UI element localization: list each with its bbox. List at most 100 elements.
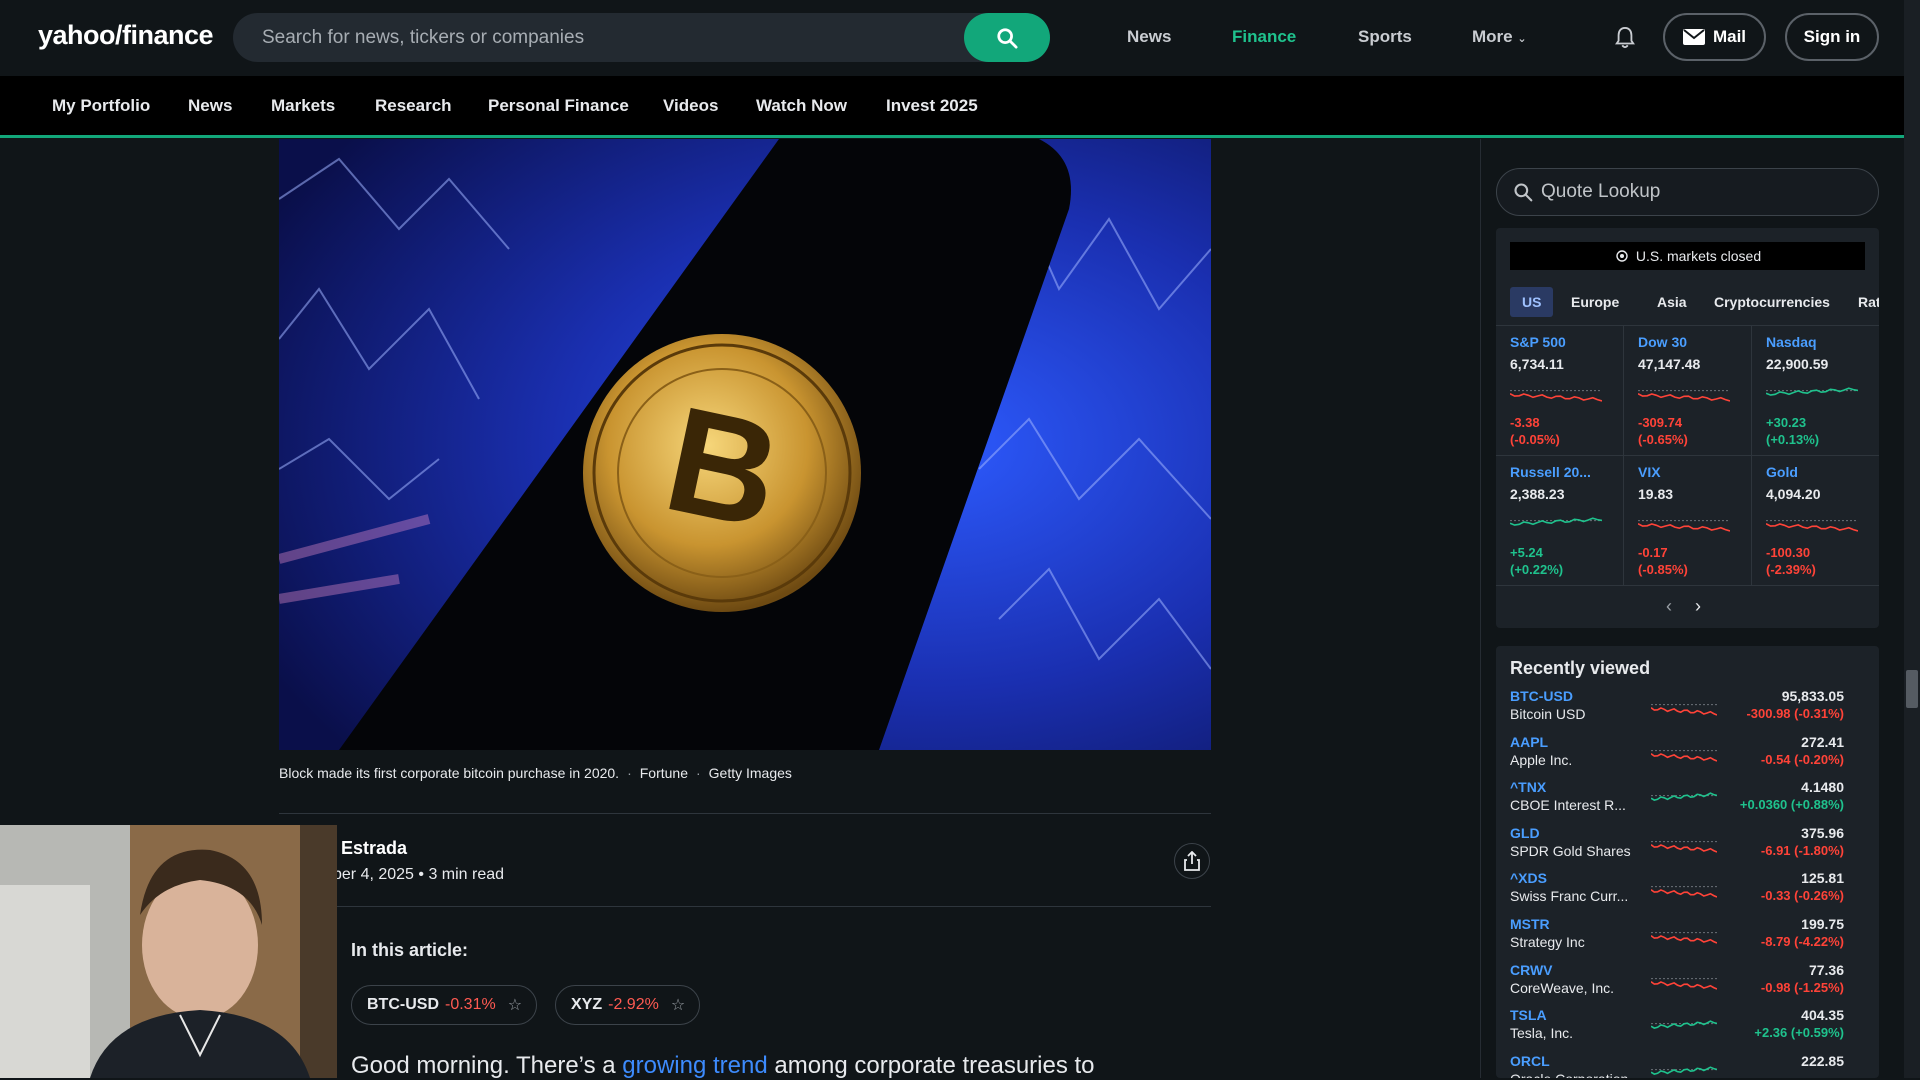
recently-viewed-row[interactable]: CRWV CoreWeave, Inc. 77.36 -0.98 (-1.25%) [1496,962,1879,1007]
author-name[interactable]: Estrada [341,838,407,859]
subnav-videos[interactable]: Videos [663,96,718,116]
recently-viewed-row[interactable]: GLD SPDR Gold Shares 375.96 -6.91 (-1.80%) [1496,825,1879,870]
topnav-more[interactable]: More ⌄ [1472,27,1527,47]
sparkline-chart [1638,390,1730,402]
sparkline-chart [1651,704,1717,716]
row-symbol[interactable]: ^TNX [1510,779,1546,795]
broadcast-icon [1616,250,1628,262]
sparkline-chart [1766,387,1858,396]
index-name[interactable]: S&P 500 [1510,334,1566,350]
star-icon[interactable]: ☆ [508,995,522,1015]
subnav-news[interactable]: News [188,96,232,116]
index-change-percent: (-0.65%) [1638,432,1688,447]
body-text-end: among corporate treasuries to [767,1052,1095,1079]
row-change: +0.0360 (+0.88%) [1739,797,1844,813]
index-change: -309.74 (-0.65%) [1638,414,1688,448]
ticker-pill-xyz[interactable]: XYZ -2.92% ☆ [555,985,701,1025]
page-scrollbar[interactable] [1904,0,1920,1078]
share-button[interactable] [1174,843,1210,879]
index-tile[interactable]: Gold 4,094.20 -100.30 (-2.39%) [1752,456,1879,586]
logo-text: yahoo/finance [38,20,214,50]
prev-arrow-icon[interactable]: ‹ [1666,596,1672,617]
index-tile[interactable]: Russell 20... 2,388.23 +5.24 (+0.22%) [1496,456,1623,586]
recently-viewed-row[interactable]: BTC-USD Bitcoin USD 95,833.05 -300.98 (-0.3… [1496,688,1879,733]
subnav-personal-finance[interactable]: Personal Finance [488,96,629,116]
row-change: -8.79 (-4.22%) [1760,934,1844,949]
market-status: U.S. markets closed [1510,242,1865,270]
row-price: 199.75 [1801,916,1844,932]
index-tile[interactable]: Nasdaq 22,900.59 +30.23 (+0.13%) [1752,326,1879,456]
growing-trend-link[interactable]: growing trend [622,1052,767,1079]
search-button[interactable] [964,13,1050,62]
next-arrow-icon[interactable]: › [1695,596,1701,617]
tab-rates[interactable]: Rate [1846,287,1879,317]
quote-lookup-input[interactable] [1541,181,1861,203]
recently-viewed-row[interactable]: AAPL Apple Inc. 272.41 -0.54 (-0.20%) [1496,734,1879,779]
row-company-name: Bitcoin USD [1510,706,1586,722]
star-icon[interactable]: ☆ [671,995,685,1015]
secondary-nav: My Portfolio News Markets Research Perso… [0,76,1904,138]
sparkline-chart [1651,749,1717,762]
row-symbol[interactable]: MSTR [1510,916,1550,932]
index-price: 2,388.23 [1510,486,1565,502]
mail-button[interactable]: Mail [1663,13,1766,61]
row-symbol[interactable]: ORCL [1510,1053,1550,1069]
tab-europe[interactable]: Europe [1559,287,1631,317]
ticker-pill-btc-usd[interactable]: BTC-USD -0.31% ☆ [351,985,538,1025]
index-name[interactable]: VIX [1638,464,1661,480]
divider [279,906,1211,907]
topnav-sports[interactable]: Sports [1358,27,1412,47]
row-symbol[interactable]: BTC-USD [1510,688,1573,704]
subnav-my-portfolio[interactable]: My Portfolio [52,96,150,116]
topnav-news[interactable]: News [1127,27,1171,47]
tab-us[interactable]: US [1510,287,1554,317]
search-input[interactable] [233,26,963,49]
row-symbol[interactable]: AAPL [1510,734,1548,750]
tab-cryptocurrencies[interactable]: Cryptocurrencies [1702,287,1842,317]
index-name[interactable]: Russell 20... [1510,464,1591,480]
row-change: -0.98 (-1.25%) [1760,979,1844,995]
top-header: yahoo/finance News Finance Sports More ⌄… [0,0,1904,76]
article-hero-image: B [279,139,1211,750]
subnav-markets[interactable]: Markets [271,96,335,116]
index-change-value: -100.30 [1766,545,1811,560]
row-symbol[interactable]: TSLA [1510,1007,1547,1023]
row-change: +2.36 (+0.59%) [1754,1025,1844,1041]
quote-lookup [1496,168,1879,216]
scrollbar-thumb[interactable] [1906,670,1918,708]
tab-asia[interactable]: Asia [1645,287,1699,317]
index-tile[interactable]: Dow 30 47,147.48 -309.74 (-0.65%) [1624,326,1751,456]
sparkline-chart [1510,390,1602,402]
yahoo-finance-logo[interactable]: yahoo/finance [38,20,214,51]
in-this-article-label: In this article: [351,940,469,960]
index-price: 19.83 [1638,486,1674,502]
mail-label: Mail [1712,27,1747,46]
subnav-watch-now[interactable]: Watch Now [756,96,847,116]
index-tile[interactable]: S&P 500 6,734.11 -3.38 (-0.05%) [1496,326,1623,456]
subnav-research[interactable]: Research [375,96,452,116]
notifications-bell-icon[interactable] [1614,26,1636,55]
index-change-percent: (-0.85%) [1638,562,1688,577]
row-symbol[interactable]: ^XDS [1510,870,1547,886]
recently-viewed-row[interactable]: ^XDS Swiss Franc Curr... 125.81 -0.33 (-0.2… [1496,870,1879,915]
index-tile[interactable]: VIX 19.83 -0.17 (-0.85%) [1624,456,1751,586]
index-name[interactable]: Nasdaq [1766,334,1817,350]
row-symbol[interactable]: GLD [1510,825,1540,841]
row-symbol[interactable]: CRWV [1510,962,1553,978]
topnav-more-label: More [1472,27,1513,46]
index-change-percent: (+0.13%) [1766,432,1820,447]
topnav-finance[interactable]: Finance [1232,27,1296,47]
index-change: -3.38 (-0.05%) [1510,414,1560,448]
caption-source: Fortune [639,765,688,781]
recently-viewed-row[interactable]: ORCL Oracle Corporation 222.85 [1496,1053,1879,1078]
index-name[interactable]: Dow 30 [1638,334,1687,350]
recently-viewed-row[interactable]: ^TNX CBOE Interest R... 4.1480 +0.0360 (+0.… [1496,779,1879,824]
row-company-name: CBOE Interest R... [1510,797,1626,814]
index-name[interactable]: Gold [1766,464,1798,480]
recently-viewed-card: Recently viewed BTC-USD Bitcoin USD 95,833… [1496,646,1879,1078]
recently-viewed-row[interactable]: TSLA Tesla, Inc. 404.35 +2.36 (+0.59%) [1496,1007,1879,1052]
row-company-name: CoreWeave, Inc. [1510,979,1615,996]
subnav-invest-2025[interactable]: Invest 2025 [886,96,978,116]
recently-viewed-row[interactable]: MSTR Strategy Inc 199.75 -8.79 (-4.22%) [1496,916,1879,961]
sign-in-button[interactable]: Sign in [1785,13,1879,61]
